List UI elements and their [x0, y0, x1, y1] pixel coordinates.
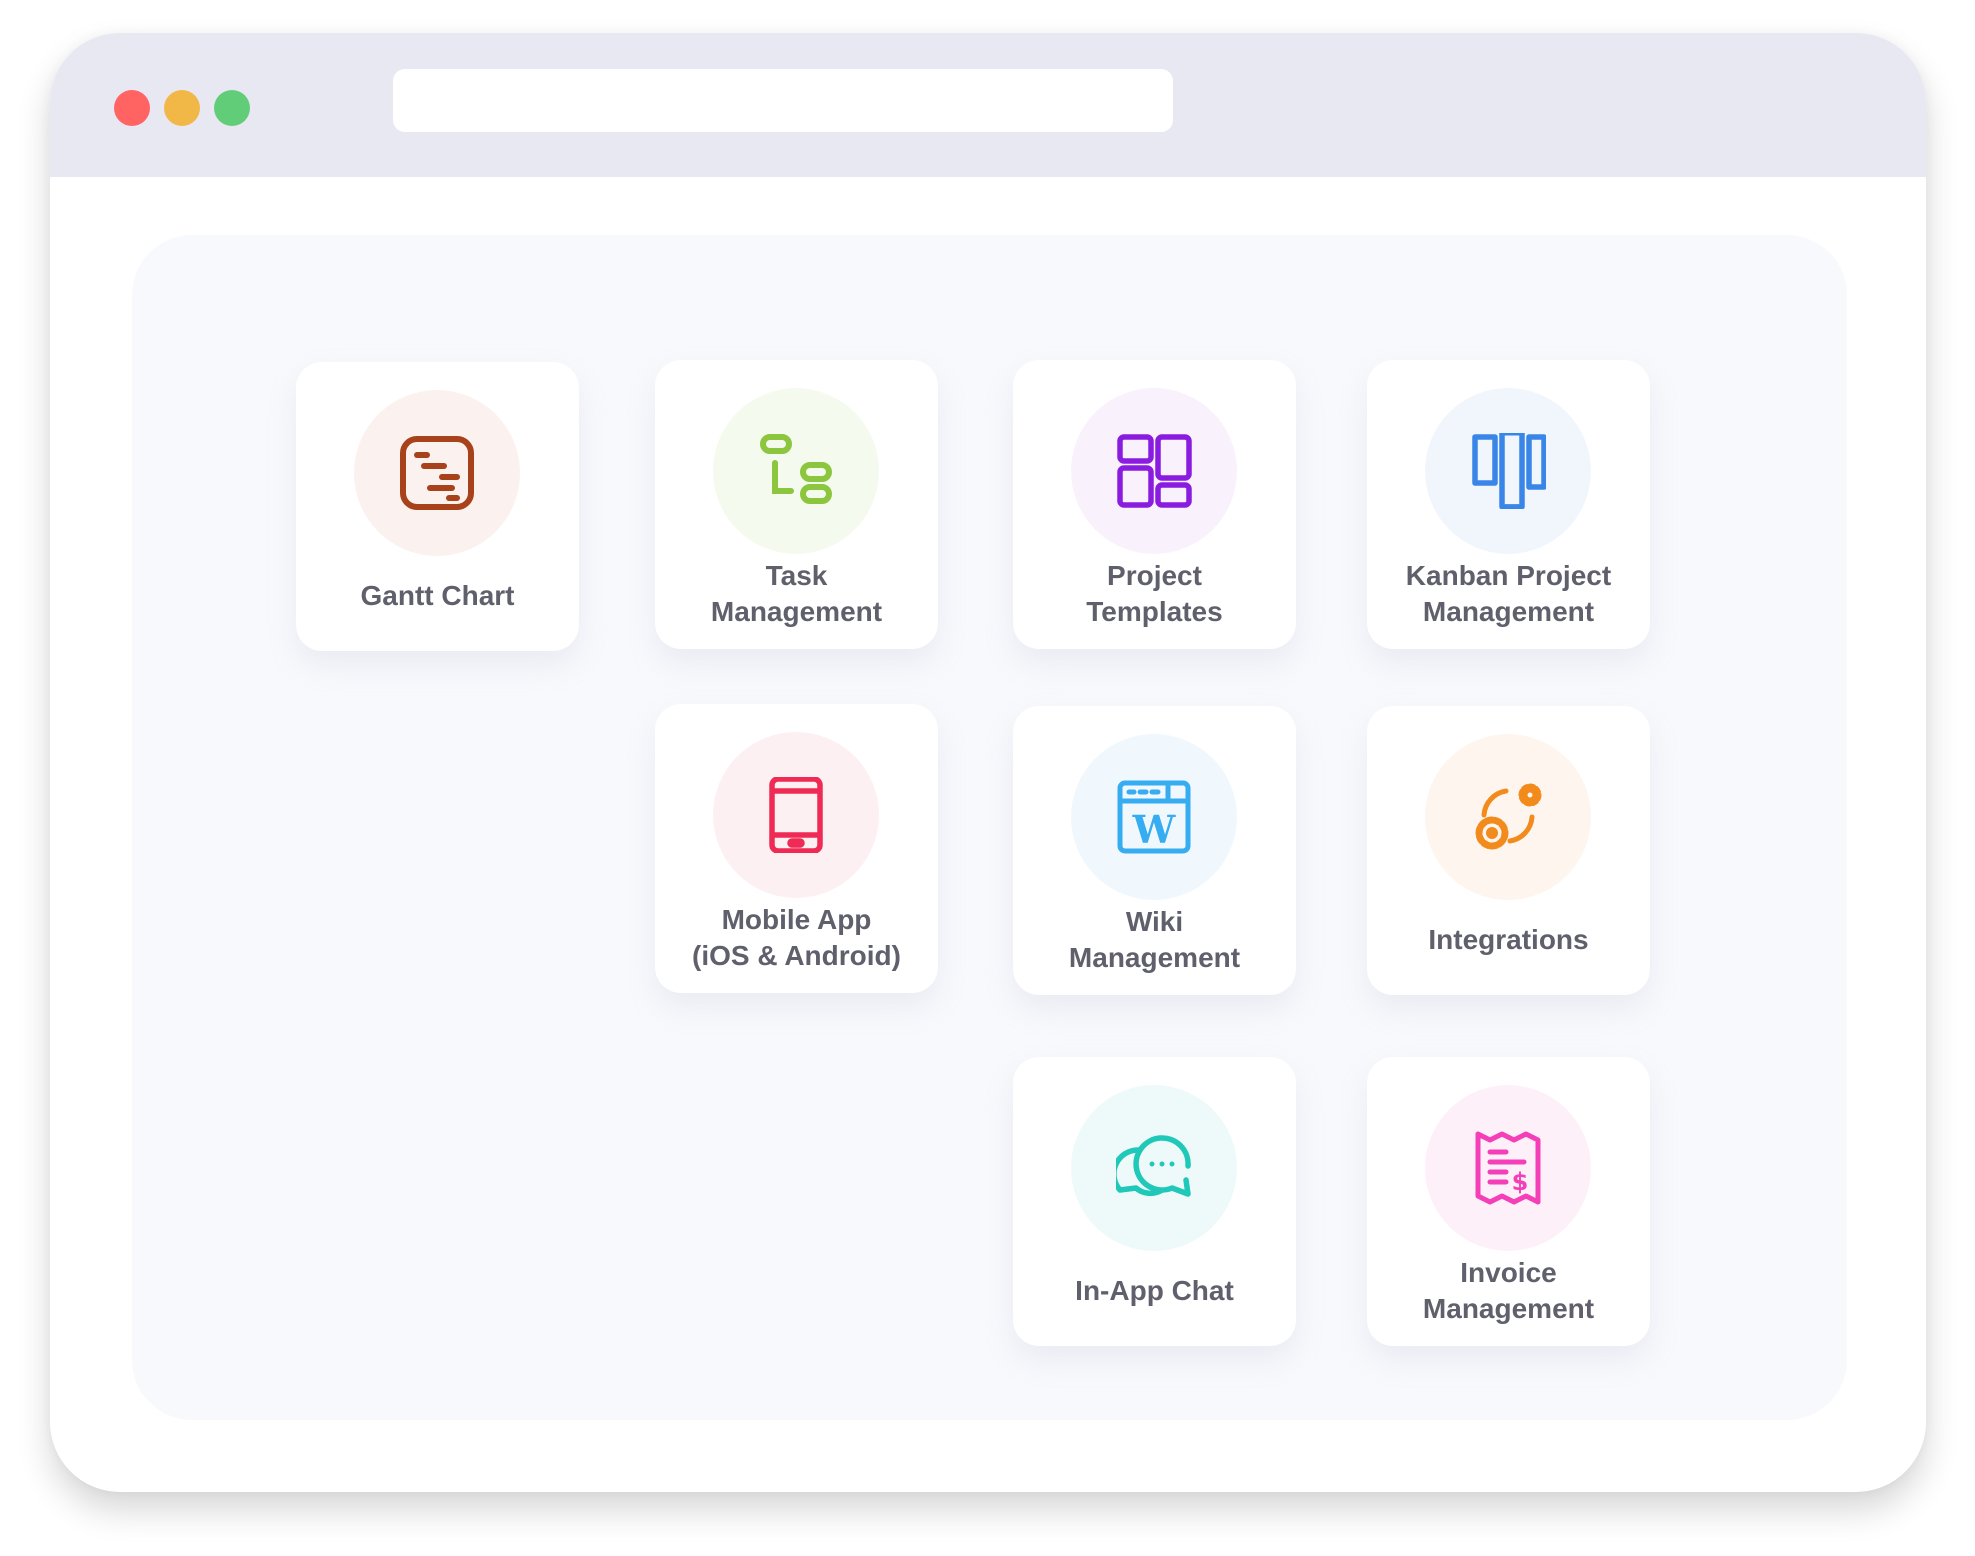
integration-gears-icon	[1470, 779, 1546, 855]
invoice-receipt-icon: $	[1470, 1130, 1546, 1206]
kanban-board-icon	[1470, 433, 1546, 509]
feature-label: Mobile App (iOS & Android)	[655, 902, 938, 974]
feature-label: In-App Chat	[1013, 1273, 1296, 1309]
feature-label-line: Integrations	[1428, 924, 1589, 955]
feature-label-line: Management	[710, 596, 883, 627]
feature-label: Invoice Management	[1367, 1255, 1650, 1327]
maximize-window-button[interactable]	[214, 90, 250, 126]
feature-label: Task Management	[655, 558, 938, 630]
features-panel: Gantt Chart Task Management Project Template…	[132, 235, 1847, 1420]
feature-label-line: Mobile App	[721, 904, 872, 935]
feature-card-task-management[interactable]: Task Management	[655, 360, 938, 649]
feature-label-line: In-App Chat	[1075, 1275, 1234, 1306]
feature-label-line: (iOS & Android)	[692, 940, 901, 971]
feature-label-line: Invoice	[1460, 1257, 1557, 1288]
feature-card-wiki-management[interactable]: W Wiki Management	[1013, 706, 1296, 995]
feature-label-line: Task	[765, 560, 828, 591]
feature-card-project-templates[interactable]: Project Templates	[1013, 360, 1296, 649]
feature-card-kanban-project-management[interactable]: Kanban Project Management	[1367, 360, 1650, 649]
feature-label-line: Management	[1422, 1293, 1595, 1324]
feature-card-invoice-management[interactable]: $ Invoice Management	[1367, 1057, 1650, 1346]
chat-bubbles-icon	[1116, 1130, 1192, 1206]
feature-label-line: Gantt Chart	[360, 580, 515, 611]
feature-label: Project Templates	[1013, 558, 1296, 630]
feature-label: Gantt Chart	[296, 578, 579, 614]
browser-window: Gantt Chart Task Management Project Template…	[50, 33, 1926, 1492]
smartphone-icon	[758, 777, 834, 853]
close-window-button[interactable]	[114, 90, 150, 126]
feature-label: Kanban Project Management	[1367, 558, 1650, 630]
feature-label-line: Wiki	[1125, 906, 1184, 937]
feature-label-line: Templates	[1086, 596, 1223, 627]
address-bar[interactable]	[393, 69, 1173, 132]
gantt-chart-icon	[399, 435, 475, 511]
svg-text:W: W	[1132, 807, 1177, 852]
wiki-browser-icon: W	[1116, 779, 1192, 855]
feature-label: Integrations	[1367, 922, 1650, 958]
feature-label-line: Project	[1107, 560, 1202, 591]
task-list-icon	[758, 433, 834, 509]
feature-label-line: Management	[1422, 596, 1595, 627]
feature-card-gantt-chart[interactable]: Gantt Chart	[296, 362, 579, 651]
feature-label: Wiki Management	[1013, 904, 1296, 976]
svg-text:$: $	[1512, 1168, 1529, 1196]
feature-card-integrations[interactable]: Integrations	[1367, 706, 1650, 995]
feature-card-in-app-chat[interactable]: In-App Chat	[1013, 1057, 1296, 1346]
feature-card-mobile-app[interactable]: Mobile App (iOS & Android)	[655, 704, 938, 993]
title-bar	[50, 33, 1926, 177]
minimize-window-button[interactable]	[164, 90, 200, 126]
feature-label-line: Kanban Project	[1405, 560, 1612, 591]
templates-grid-icon	[1116, 433, 1192, 509]
feature-label-line: Management	[1068, 942, 1241, 973]
